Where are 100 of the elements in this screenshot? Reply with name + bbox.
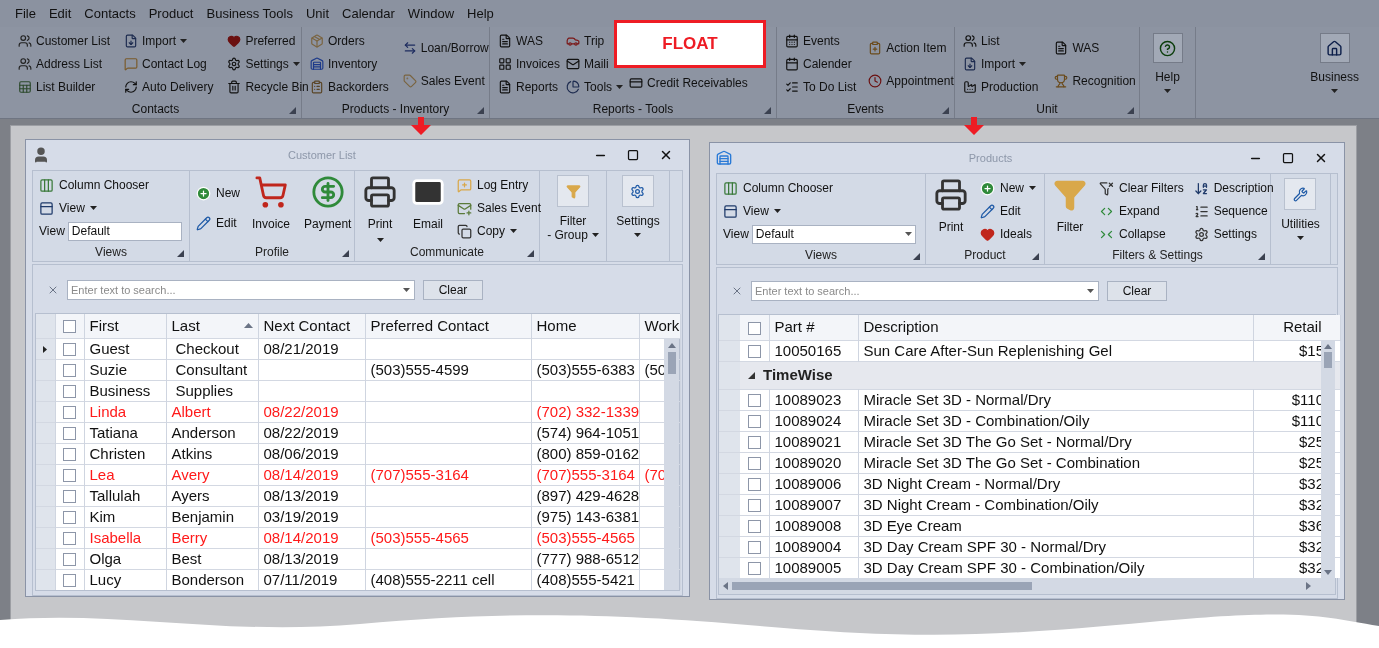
checkbox[interactable]	[63, 469, 76, 483]
ribbon-button[interactable]: New	[196, 183, 240, 203]
dialog-launcher-icon[interactable]	[289, 107, 296, 114]
column-header[interactable]: Last	[166, 314, 258, 338]
ribbon-button[interactable]: Recognition	[1054, 70, 1136, 91]
ribbon-large-button[interactable]: Utilities	[1281, 178, 1320, 240]
ribbon-button[interactable]: Expand	[1099, 201, 1184, 221]
ribbon-button[interactable]: Appointment	[868, 70, 954, 91]
checkbox[interactable]	[747, 499, 761, 513]
search-field[interactable]: Enter text to search...	[67, 280, 415, 300]
checkbox[interactable]	[747, 321, 761, 335]
checkbox[interactable]	[63, 511, 76, 525]
ribbon-button[interactable]: Maili	[566, 54, 609, 74]
ribbon-button[interactable]: View	[39, 198, 182, 218]
checkbox[interactable]	[747, 415, 761, 429]
ribbon-large-button[interactable]: Filter	[1051, 178, 1089, 236]
ribbon-button[interactable]: To Do List	[785, 77, 857, 97]
column-header[interactable]: Next Contact	[258, 314, 365, 338]
ribbon-large-button[interactable]: Help	[1152, 33, 1183, 93]
menu-item[interactable]: Calendar	[342, 3, 395, 24]
ribbon-button[interactable]: Customer List	[18, 31, 111, 51]
menu-item[interactable]: Help	[467, 3, 494, 24]
view-select[interactable]: Default	[751, 224, 916, 244]
ribbon-button[interactable]: WAS	[1054, 37, 1100, 58]
ribbon-button[interactable]: Inventory	[310, 54, 378, 74]
ribbon-button[interactable]: Ideals	[980, 224, 1036, 244]
ribbon-large-button[interactable]: Filter - Group	[547, 175, 599, 242]
ribbon-button[interactable]: Import	[963, 54, 1026, 74]
dialog-launcher-icon[interactable]	[1127, 107, 1134, 114]
menu-item[interactable]: Business Tools	[206, 3, 293, 24]
ribbon-large-button[interactable]: Print	[932, 178, 970, 236]
checkbox[interactable]	[747, 436, 761, 450]
ribbon-button[interactable]: List Builder	[18, 77, 96, 97]
ribbon-button[interactable]: Auto Delivery	[124, 77, 214, 97]
ribbon-button[interactable]: Recycle Bin	[227, 77, 309, 97]
menu-item[interactable]: Contacts	[84, 3, 136, 24]
ribbon-button[interactable]: Backorders	[310, 77, 389, 97]
checkbox[interactable]	[63, 427, 76, 441]
checkbox[interactable]	[747, 478, 761, 492]
checkbox[interactable]	[747, 541, 761, 555]
ribbon-button[interactable]: Clear Filters	[1099, 178, 1184, 198]
ribbon-button[interactable]: Settings	[1193, 224, 1274, 244]
checkbox[interactable]	[63, 385, 76, 399]
scroll-up-icon[interactable]	[1324, 344, 1332, 349]
ribbon-large-button[interactable]: Invoice	[250, 175, 293, 233]
ribbon-large-button[interactable]: Print	[361, 175, 399, 242]
ribbon-large-button[interactable]: Email	[409, 175, 447, 233]
ribbon-button[interactable]: Tools	[566, 77, 624, 97]
dialog-launcher-icon[interactable]	[342, 250, 349, 257]
menu-item[interactable]: File	[15, 3, 36, 24]
column-header[interactable]: First	[84, 314, 166, 338]
menu-item[interactable]: Unit	[305, 3, 330, 24]
dialog-launcher-icon[interactable]	[764, 107, 771, 114]
ribbon-button[interactable]: Action Item	[868, 37, 947, 58]
checkbox[interactable]	[747, 457, 761, 471]
checkbox[interactable]	[63, 490, 76, 504]
ribbon-button[interactable]: Address List	[18, 54, 103, 74]
ribbon-button[interactable]: Calender	[785, 54, 852, 74]
dialog-launcher-icon[interactable]	[942, 107, 949, 114]
dialog-launcher-icon[interactable]	[1258, 253, 1265, 260]
checkbox[interactable]	[63, 553, 76, 567]
ribbon-button[interactable]: Edit	[980, 201, 1036, 221]
ribbon-button[interactable]: New	[980, 178, 1036, 198]
ribbon-button[interactable]: Credit Receivables	[629, 73, 748, 93]
ribbon-button[interactable]: Reports	[498, 77, 559, 97]
ribbon-button[interactable]: Log Entry	[457, 175, 542, 195]
checkbox[interactable]	[63, 532, 76, 546]
checkbox[interactable]	[63, 364, 76, 378]
scroll-left-icon[interactable]	[723, 582, 728, 590]
ribbon-button[interactable]: Settings	[227, 54, 300, 74]
scroll-right-icon[interactable]	[1306, 582, 1311, 590]
ribbon-button[interactable]: Column Chooser	[39, 175, 182, 195]
ribbon-button[interactable]: Sales Event	[457, 198, 542, 218]
clear-button[interactable]: Clear	[423, 280, 483, 300]
ribbon-button[interactable]: Orders	[310, 31, 365, 51]
checkbox[interactable]	[747, 394, 761, 408]
column-header[interactable]: Home	[531, 314, 639, 338]
ribbon-large-button[interactable]: Business	[1310, 33, 1359, 93]
checkbox[interactable]	[63, 448, 76, 462]
ribbon-button[interactable]: Contact Log	[124, 54, 207, 74]
vertical-scrollbar[interactable]	[1321, 341, 1335, 578]
checkbox[interactable]	[63, 574, 76, 588]
dialog-launcher-icon[interactable]	[527, 250, 534, 257]
checkbox[interactable]	[63, 406, 76, 420]
maximize-icon[interactable]	[1282, 152, 1294, 164]
scroll-down-icon[interactable]	[1324, 570, 1332, 575]
ribbon-button[interactable]: Edit	[196, 213, 240, 233]
checkbox[interactable]	[747, 520, 761, 534]
ribbon-button[interactable]: WAS	[498, 31, 543, 51]
close-icon[interactable]	[1314, 151, 1328, 165]
clear-button[interactable]: Clear	[1107, 281, 1167, 301]
ribbon-button[interactable]: Column Chooser	[723, 178, 916, 198]
column-header[interactable]: Preferred Contact	[365, 314, 531, 338]
ribbon-button[interactable]: Events	[785, 31, 840, 51]
group-row[interactable]: TimeWise	[740, 365, 833, 385]
checkbox[interactable]	[747, 562, 761, 576]
dialog-launcher-icon[interactable]	[913, 253, 920, 260]
ribbon-button[interactable]: Collapse	[1099, 224, 1184, 244]
checkbox[interactable]	[63, 343, 76, 357]
ribbon-button[interactable]: Trip	[566, 31, 605, 51]
